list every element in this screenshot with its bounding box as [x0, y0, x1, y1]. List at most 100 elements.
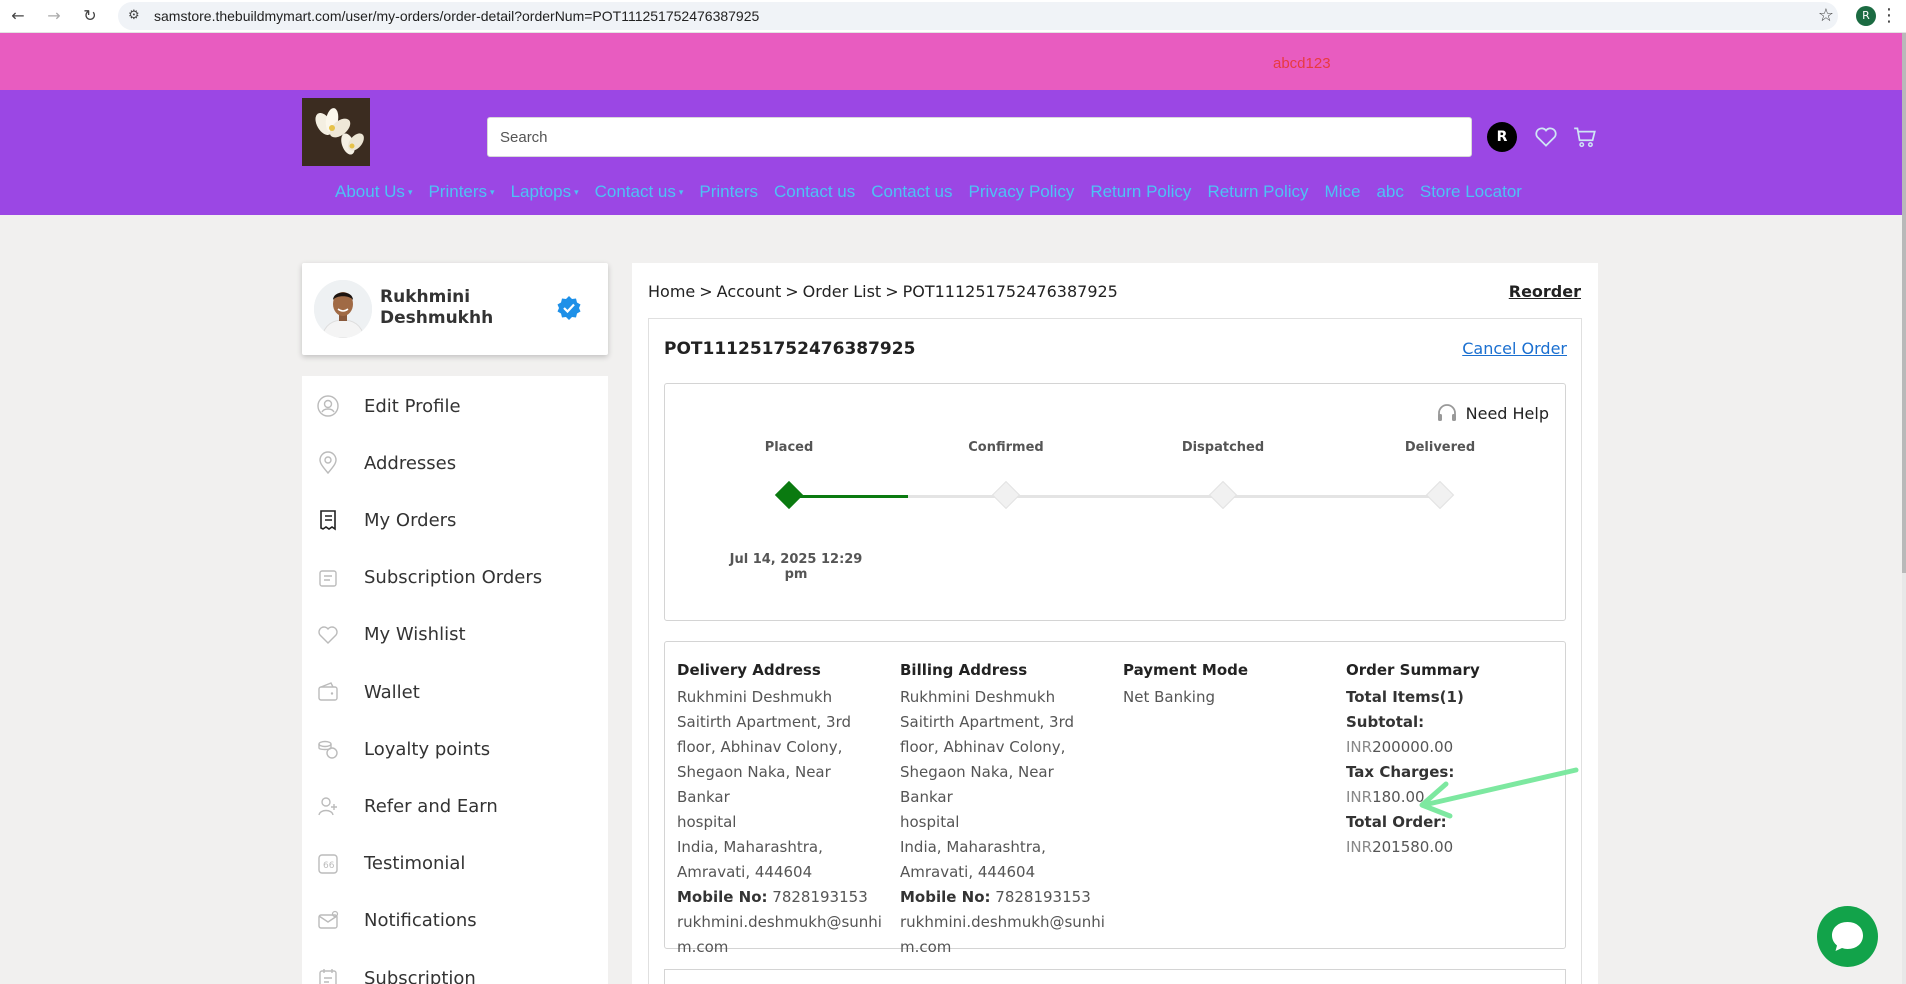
need-help-button[interactable]: Need Help	[1436, 402, 1549, 424]
delivery-lines: Rukhmini Deshmukh	[677, 688, 833, 706]
delivery-address-section: Delivery Address Rukhmini Deshmukh Saitir…	[677, 658, 882, 960]
total-currency: INR	[1346, 838, 1373, 856]
billing-lines: India, Maharashtra,	[900, 838, 1046, 856]
nav-item-label: Contact us	[594, 182, 676, 201]
placed-date: Jul 14, 2025 12:29 pm	[729, 552, 863, 582]
breadcrumb-item[interactable]: Home	[648, 282, 695, 301]
tracker-line	[1223, 495, 1440, 498]
location-pin-icon	[319, 451, 337, 475]
order-summary-title: Order Summary	[1346, 661, 1480, 679]
reorder-button[interactable]: Reorder	[1509, 282, 1581, 301]
breadcrumb-item[interactable]: Account	[717, 282, 782, 301]
reload-icon[interactable]: ↻	[80, 6, 100, 26]
address-bar[interactable]: ⚙ samstore.thebuildmymart.com/user/my-or…	[118, 2, 1838, 30]
billing-address-title: Billing Address	[900, 661, 1028, 679]
sidebar-item-subscription-orders[interactable]: Subscription Orders	[302, 550, 608, 606]
page-scrollbar[interactable]	[1902, 33, 1906, 984]
order-items-section	[664, 969, 1566, 984]
nav-item-label: Printers	[428, 182, 488, 201]
browser-toolbar: ← → ↻ ⚙ samstore.thebuildmymart.com/user…	[0, 0, 1906, 33]
nav-item-label: Contact us	[871, 182, 953, 201]
nav-item-label: Privacy Policy	[968, 182, 1075, 201]
sidebar-item-label: Subscription	[364, 967, 476, 984]
nav-item-label: Laptops	[510, 182, 572, 201]
sidebar-item-label: Subscription Orders	[364, 567, 543, 589]
sidebar-item-wallet[interactable]: Wallet	[302, 664, 608, 720]
sidebar-item-testimonial[interactable]: 66 Testimonial	[302, 836, 608, 892]
sidebar-item-my-orders[interactable]: My Orders	[302, 492, 608, 548]
sidebar-item-label: Testimonial	[364, 853, 466, 875]
nav-item-label: abc	[1376, 182, 1404, 201]
svg-text:66: 66	[323, 861, 335, 871]
user-avatar-button[interactable]: R	[1487, 122, 1517, 152]
store-logo[interactable]	[302, 98, 370, 166]
delivery-email-lines: m.com	[677, 938, 729, 956]
annotation-arrow	[1419, 767, 1579, 819]
browser-menu-icon[interactable]: ⋮	[1880, 5, 1898, 26]
cancel-order-link[interactable]: Cancel Order	[1462, 339, 1567, 358]
billing-lines: Shegaon Naka, Near Bankar	[900, 763, 1054, 806]
nav-item[interactable]: Contact us	[871, 182, 952, 204]
nav-item[interactable]: Contact us ▾	[595, 182, 684, 204]
mail-icon	[318, 910, 339, 929]
nav-item[interactable]: abc	[1376, 182, 1403, 204]
nav-item[interactable]: Printers	[699, 182, 758, 204]
site-settings-icon[interactable]: ⚙	[128, 8, 140, 23]
delivery-lines: Saitirth Apartment, 3rd	[677, 713, 852, 731]
nav-item[interactable]: Mice	[1325, 182, 1361, 204]
nav-item[interactable]: Return Policy	[1207, 182, 1308, 204]
calendar-icon	[319, 969, 337, 984]
billing-mobile-label: Mobile No:	[900, 888, 991, 906]
breadcrumb-item[interactable]: Order List	[803, 282, 882, 301]
nav-item-label: About Us	[335, 182, 405, 201]
nav-item-label: Contact us	[773, 182, 856, 201]
coins-icon	[318, 740, 338, 759]
back-icon[interactable]: ←	[8, 6, 28, 26]
url-text[interactable]: samstore.thebuildmymart.com/user/my-orde…	[154, 8, 759, 24]
delivery-lines: Amravati, 444604	[677, 863, 813, 881]
nav-item[interactable]: About Us ▾	[335, 182, 412, 204]
nav-item-label: Return Policy	[1207, 182, 1309, 201]
sidebar-item-loyalty-points[interactable]: Loyalty points	[302, 721, 608, 777]
delivery-lines: floor, Abhinav Colony,	[677, 738, 843, 756]
dropdown-caret-icon: ▾	[407, 187, 413, 198]
sidebar-item-label: Loyalty points	[364, 738, 491, 760]
delivery-lines: Shegaon Naka, Near Bankar	[677, 763, 831, 806]
billing-email-lines: rukhmini.deshmukh@sunhi	[900, 913, 1105, 931]
step-label-dispatched: Dispatched	[1181, 440, 1265, 455]
delivery-mobile-label: Mobile No:	[677, 888, 768, 906]
dropdown-caret-icon: ▾	[678, 187, 684, 198]
wishlist-heart-icon[interactable]	[1533, 124, 1559, 150]
chat-widget-button[interactable]	[1817, 906, 1878, 967]
sidebar-item-addresses[interactable]: Addresses	[302, 435, 608, 491]
forward-icon[interactable]: →	[44, 6, 64, 26]
payment-mode-title: Payment Mode	[1123, 661, 1249, 679]
search-input[interactable]	[487, 117, 1472, 157]
nav-item[interactable]: Laptops ▾	[511, 182, 579, 204]
breadcrumb: Home > Account > Order List > POT1112517524763…	[648, 282, 1122, 301]
tax-currency: INR	[1346, 788, 1373, 806]
nav-item[interactable]: Printers ▾	[428, 182, 494, 204]
sidebar-item-edit-profile[interactable]: Edit Profile	[302, 378, 608, 434]
order-tracker: Need Help Jul 14, 2025 12:29 pm Placed Co…	[664, 383, 1566, 621]
nav-item[interactable]: Store Locator	[1420, 182, 1522, 204]
delivery-address-title: Delivery Address	[677, 661, 821, 679]
step-marker-confirmed	[991, 480, 1021, 510]
sidebar-item-notifications[interactable]: Notifications	[302, 893, 608, 949]
scrollbar-thumb[interactable]	[1902, 33, 1906, 573]
sidebar-item-label: Edit Profile	[364, 395, 461, 417]
sidebar-item-subscription[interactable]: Subscription	[302, 950, 608, 984]
sidebar-item-my-wishlist[interactable]: My Wishlist	[302, 607, 608, 663]
verified-badge-icon	[557, 296, 581, 320]
billing-lines: Amravati, 444604	[900, 863, 1036, 881]
nav-item[interactable]: Return Policy	[1090, 182, 1191, 204]
sidebar-item-refer-and-earn[interactable]: Refer and Earn	[302, 778, 608, 834]
nav-item[interactable]: Contact us	[774, 182, 855, 204]
nav-item[interactable]: Privacy Policy	[969, 182, 1075, 204]
dropdown-caret-icon: ▾	[574, 187, 579, 198]
breadcrumb-item: POT111251752476387925	[902, 282, 1118, 301]
cart-icon[interactable]	[1572, 124, 1598, 150]
order-summary-section: Order Summary Total Items(1) Subtotal: I…	[1346, 658, 1546, 860]
browser-profile-avatar[interactable]: R	[1856, 6, 1876, 26]
bookmark-star-icon[interactable]: ☆	[1818, 5, 1834, 26]
